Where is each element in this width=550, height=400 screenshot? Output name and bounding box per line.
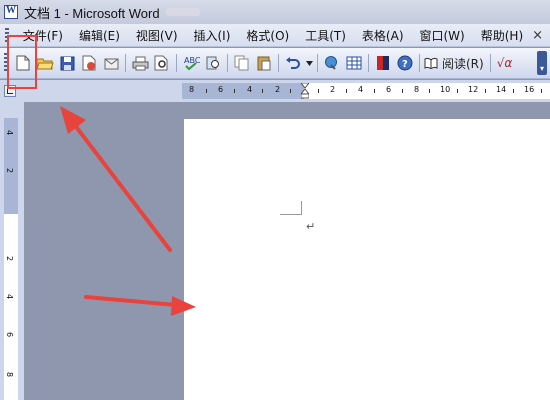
menu-grip[interactable] [5,27,9,43]
menu-format[interactable]: 格式(O) [238,27,297,44]
paragraph-mark: ↵ [306,220,316,233]
read-mode-icon[interactable] [423,52,439,74]
watermark-brand: Baidu经验 [418,344,502,363]
toolbar-separator [278,54,279,72]
insert-table-icon[interactable] [343,52,365,74]
vertical-ruler[interactable]: 4 2 2 4 6 8 [4,118,18,400]
ruler-tick-label: 14 [496,85,507,94]
toolbar-grip[interactable] [4,53,8,73]
ruler-margin-left [182,83,304,99]
toolbar-separator [125,54,126,72]
close-document-icon[interactable]: × [531,28,544,43]
ruler-tick-label: 8 [189,85,195,94]
toolbar-separator [489,54,491,72]
ruler-row: 8 6 4 2 2 4 6 8 10 12 14 16 [0,80,550,102]
ruler-tick-label: 2 [275,85,281,94]
ruler-tick-label: 2 [330,85,336,94]
toolbar-options-chevron-icon[interactable]: ▾ [537,51,547,75]
menu-window[interactable]: 窗口(W) [412,27,473,44]
undo-icon[interactable] [282,52,304,74]
open-icon[interactable] [34,52,56,74]
svg-text:?: ? [402,59,408,70]
ruler-tick-label: 12 [468,85,479,94]
spelling-icon[interactable]: ABC [180,52,202,74]
horizontal-ruler[interactable]: 8 6 4 2 2 4 6 8 10 12 14 16 [182,83,550,99]
ruler-tick-label: 6 [218,85,224,94]
menu-insert[interactable]: 插入(I) [186,27,239,44]
equation-button[interactable]: √α [494,56,516,70]
ruler-tick-label: 8 [5,371,15,378]
print-icon[interactable] [129,52,151,74]
menu-tools[interactable]: 工具(T) [297,27,354,44]
indent-marker-icon[interactable] [301,83,309,99]
research-icon[interactable] [202,52,224,74]
toolbar-separator [176,54,177,72]
title-bar: 文档 1 - Microsoft Word [0,0,550,24]
menu-view[interactable]: 视图(V) [128,27,186,44]
tab-stop-selector-icon[interactable] [4,85,16,97]
menu-help[interactable]: 帮助(H) [473,27,531,44]
ruler-tick-label: 4 [247,85,253,94]
undo-dropdown-icon[interactable] [304,52,314,74]
text-boundary-corner [280,201,302,215]
ruler-tick-label: 4 [5,293,15,300]
watermark-url: jingyan.baidu.com [430,374,514,384]
copy-icon[interactable] [231,52,253,74]
window-title: 文档 1 - Microsoft Word [24,5,160,21]
toolbar-separator [227,54,228,72]
ruler-tick-label: 6 [5,331,15,338]
ruler-tick-label: 6 [386,85,392,94]
print-preview-icon[interactable] [151,52,173,74]
toolbar-separator [419,54,420,72]
hyperlink-icon[interactable] [321,52,343,74]
ruler-tick-label: 4 [358,85,364,94]
ruler-tick-label: 8 [414,85,420,94]
paste-icon[interactable] [253,52,275,74]
menu-table[interactable]: 表格(A) [354,27,412,44]
ruler-tick-label: 2 [5,167,15,174]
menu-bar: 文件(F) 编辑(E) 视图(V) 插入(I) 格式(O) 工具(T) 表格(A… [0,24,550,47]
read-mode-button[interactable]: 阅读(R) [439,55,487,72]
toolbar-separator [368,54,369,72]
ruler-tick-label: 10 [440,85,451,94]
ruler-tick-label: 16 [524,85,535,94]
word-app-icon [4,5,18,19]
svg-text:ABC: ABC [184,56,200,65]
menu-edit[interactable]: 编辑(E) [71,27,128,44]
toolbar-separator [317,54,318,72]
save-icon[interactable] [56,52,78,74]
ruler-tick-label: 2 [5,255,15,262]
permission-icon[interactable] [78,52,100,74]
email-icon[interactable] [100,52,122,74]
new-document-icon[interactable] [12,52,34,74]
help-icon[interactable]: ? [394,52,416,74]
standard-toolbar: ABC ? 阅读(R) √α ▾ [0,48,550,79]
menu-file[interactable]: 文件(F) [15,27,71,44]
ruler-tick-label: 4 [5,129,15,136]
blurred-title-suffix [165,8,200,16]
bookmark-icon[interactable] [372,52,394,74]
